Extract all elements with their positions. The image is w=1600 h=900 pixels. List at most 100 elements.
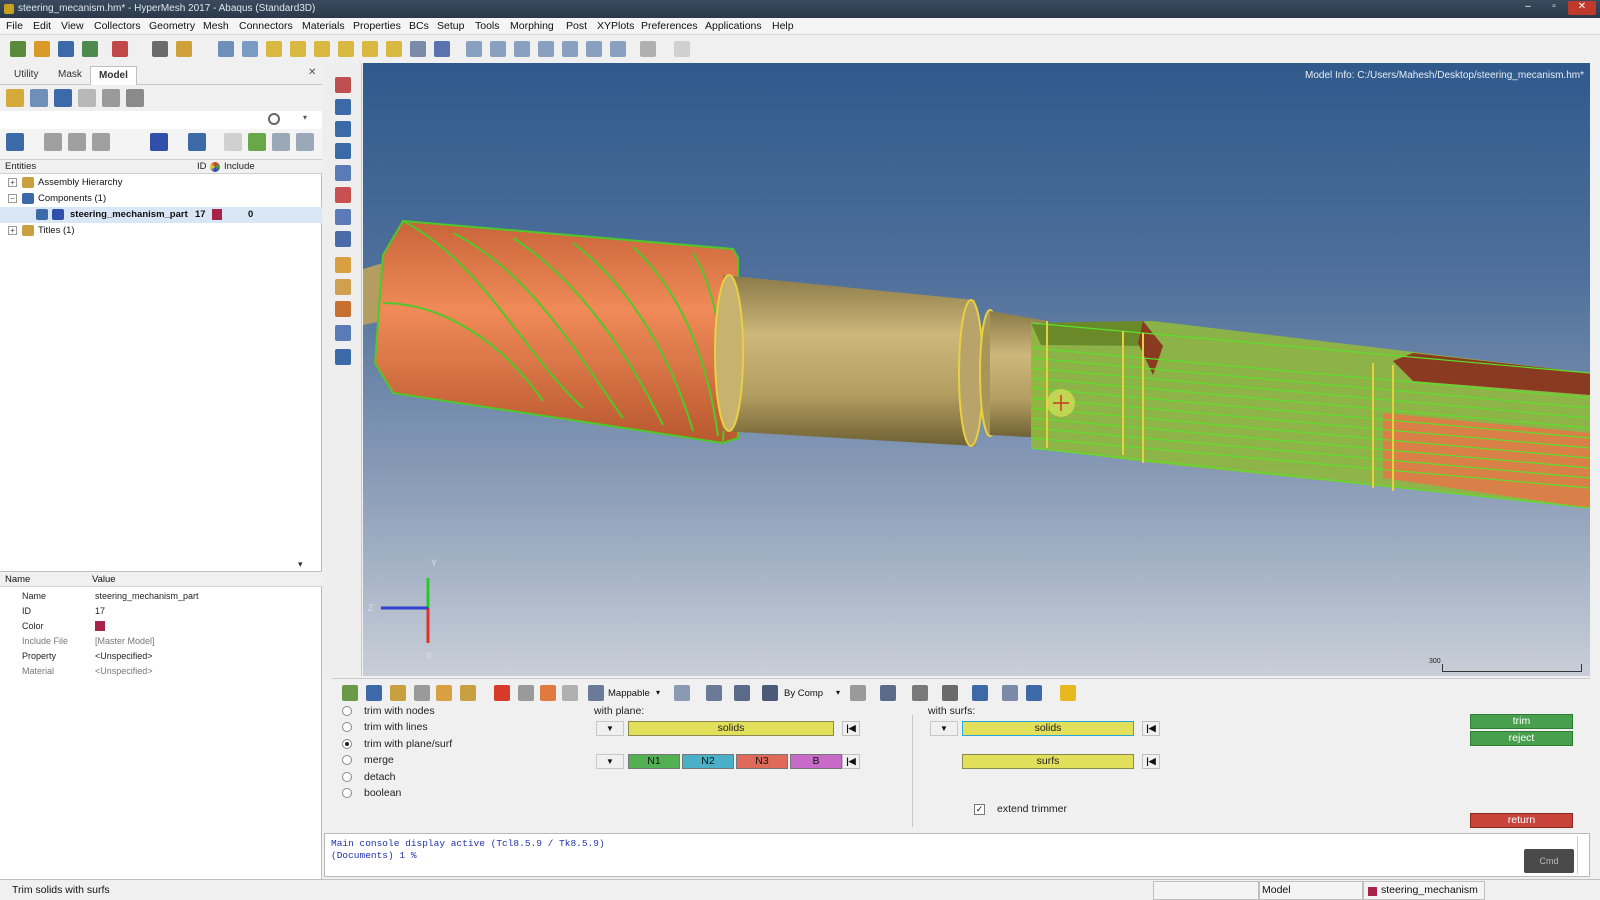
tree-item-components[interactable]: − Components (1) [0,191,322,207]
tcl-console[interactable]: Main console display active (Tcl8.5.9 / … [324,833,1590,877]
collector-view-icon[interactable] [54,89,72,107]
tab-utility[interactable]: Utility [6,66,46,85]
menu-edit[interactable]: Edit [33,20,51,32]
mesh-display-icon[interactable] [850,685,866,701]
minimize-button[interactable]: – [1516,1,1540,15]
section-icon[interactable] [335,349,351,365]
color-mode-dropdown[interactable]: By Comp [784,688,823,699]
display-mode-icon[interactable] [150,133,168,151]
chevron-down-icon[interactable]: ▾ [303,113,307,122]
search-icon[interactable] [268,113,280,125]
console-scrollbar[interactable] [1577,836,1587,874]
redo-icon[interactable] [674,41,690,57]
tree-item-steering-mechanism-part[interactable]: steering_mechanism_part 17 0 [0,207,322,223]
menu-collectors[interactable]: Collectors [94,20,141,32]
model-status-cell[interactable]: Model [1259,881,1363,900]
wireframe-icon[interactable] [335,121,351,137]
save-model-icon[interactable] [58,41,74,57]
collapse-icon[interactable]: − [8,194,17,203]
tree-item-titles[interactable]: + Titles (1) [0,223,322,239]
property-row[interactable]: Property <Unspecified> [0,649,322,664]
expand-icon[interactable]: + [8,178,17,187]
cmd-button[interactable]: Cmd [1524,849,1574,873]
reset-surfs-icon[interactable]: |◀ [1142,754,1160,769]
property-row[interactable]: ID 17 [0,604,322,619]
node-n2-selector[interactable]: N2 [682,754,734,769]
property-row[interactable]: Include File [Master Model] [0,634,322,649]
cursor-icon[interactable] [224,133,242,151]
surfs-entity-dropdown[interactable]: ▼ [930,721,958,736]
mesh-type-dropdown[interactable]: Mappable [608,688,650,699]
view-iso-icon[interactable] [338,41,354,57]
shaded-edges-icon[interactable] [335,143,351,159]
radio-merge[interactable] [342,755,352,765]
view-cube-icon[interactable] [434,41,450,57]
color-by-icon[interactable] [335,77,351,93]
color-mode-icon[interactable] [762,685,778,701]
show-icon[interactable] [44,133,62,151]
delete-icon[interactable] [494,685,510,701]
display-all-icon[interactable] [342,685,358,701]
undo-icon[interactable] [640,41,656,57]
view-folder-icon[interactable] [6,89,24,107]
menu-help[interactable]: Help [772,20,794,32]
hide-icon[interactable] [68,133,86,151]
rotate-icon[interactable] [562,41,578,57]
label-icon[interactable] [335,279,351,295]
graphics-viewport[interactable]: Model Info: C:/Users/Mahesh/Desktop/stee… [363,63,1590,676]
tab-model[interactable]: Model [90,66,137,85]
component-color-icon[interactable] [188,133,206,151]
surfs-selector[interactable]: surfs [962,754,1134,769]
menu-file[interactable]: File [6,20,23,32]
favorites-star-icon[interactable] [1060,685,1076,701]
menu-preferences[interactable]: Preferences [641,20,698,32]
fit-model-icon[interactable] [466,41,482,57]
pan-center-icon[interactable] [514,41,530,57]
chevron-down-icon[interactable]: ▾ [836,688,840,697]
tree-item-assembly-hierarchy[interactable]: + Assembly Hierarchy [0,175,322,191]
view-top-icon[interactable] [362,41,378,57]
monitor-icon[interactable] [1026,685,1042,701]
reset-nodes-icon[interactable]: |◀ [842,754,860,769]
display-none-icon[interactable] [366,685,382,701]
zoom-window-icon[interactable] [490,41,506,57]
element-color-icon[interactable] [335,187,351,203]
rotate-view-icon[interactable] [410,41,426,57]
shaded-icon[interactable] [335,99,351,115]
radio-trim-with-nodes[interactable] [342,706,352,716]
menu-connectors[interactable]: Connectors [239,20,293,32]
open-model-icon[interactable] [34,41,50,57]
reset-plane-selector-icon[interactable]: |◀ [842,721,860,736]
menu-tools[interactable]: Tools [475,20,500,32]
component-color-swatch[interactable] [212,209,222,220]
spin-icon[interactable] [586,41,602,57]
menu-setup[interactable]: Setup [437,20,464,32]
property-row[interactable]: Name steering_mechanism_part [0,589,322,604]
delete-entity-icon[interactable] [78,89,96,107]
zoom-icon[interactable] [218,41,234,57]
plane-method-dropdown[interactable]: ▼ [596,754,624,769]
reverse-display-icon[interactable] [390,685,406,701]
menu-properties[interactable]: Properties [353,20,401,32]
find-attached-icon[interactable] [436,685,452,701]
export-icon[interactable] [112,41,128,57]
menu-applications[interactable]: Applications [705,20,762,32]
property-value[interactable]: <Unspecified> [95,651,153,661]
open-session-icon[interactable] [176,41,192,57]
transparency-icon[interactable] [335,165,351,181]
shrink-icon[interactable] [335,209,351,225]
node-n1-selector[interactable]: N1 [628,754,680,769]
find-between-icon[interactable] [460,685,476,701]
visibility-off-icon[interactable] [296,133,314,151]
surfs-solids-selector[interactable]: solids [962,721,1134,736]
component-status-cell[interactable]: steering_mechanism [1363,881,1485,900]
settings-icon[interactable] [126,89,144,107]
node-tool-icon[interactable] [562,685,578,701]
radio-trim-with-plane-surf[interactable] [342,739,352,749]
radio-boolean[interactable] [342,788,352,798]
view-zx-icon[interactable] [314,41,330,57]
user-profile-icon[interactable] [152,41,168,57]
mask-icon[interactable] [414,685,430,701]
grid-icon[interactable] [1002,685,1018,701]
orbit-icon[interactable] [610,41,626,57]
